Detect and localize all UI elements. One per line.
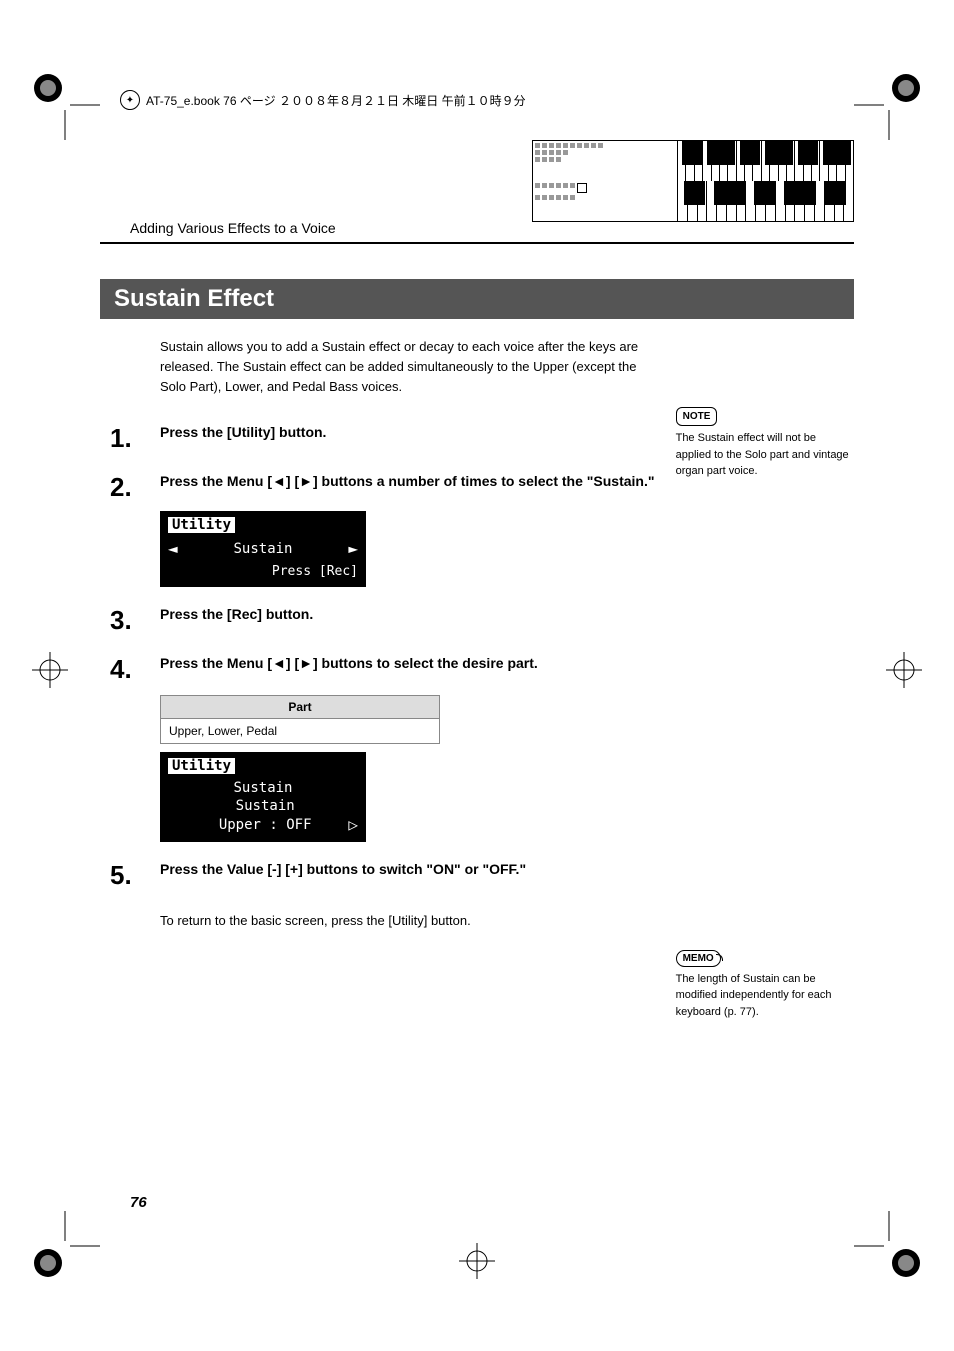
crop-mark-br	[854, 1211, 924, 1281]
right-arrow-icon	[299, 473, 313, 489]
main-column: Sustain allows you to add a Sustain effe…	[100, 337, 656, 1020]
step-1: 1. Press the [Utility] button.	[160, 423, 656, 454]
part-table: Part Upper, Lower, Pedal	[160, 695, 440, 744]
left-arrow-icon	[272, 473, 286, 489]
crop-mark-tl	[30, 70, 100, 140]
lcd2-line1: Sustain	[168, 780, 358, 796]
section-title: Sustain Effect	[100, 279, 854, 319]
step-4: 4. Press the Menu [] [] buttons to selec…	[160, 654, 656, 685]
memo-label: MEMO	[676, 950, 721, 967]
page-content: ✦ AT-75_e.book 76 ページ ２００８年８月２１日 木曜日 午前１…	[100, 90, 854, 1251]
return-text: To return to the basic screen, press the…	[160, 913, 656, 928]
note-text: The Sustain effect will not be applied t…	[676, 430, 854, 480]
step-4-number: 4.	[110, 654, 160, 685]
side-mark-left	[30, 650, 70, 690]
lcd1-center: Sustain	[233, 541, 292, 557]
right-arrow-icon	[299, 655, 313, 671]
memo-text: The length of Sustain can be modified in…	[676, 971, 854, 1021]
sidebar: NOTE The Sustain effect will not be appl…	[676, 337, 854, 1020]
step-3: 3. Press the [Rec] button.	[160, 605, 656, 636]
keyboard-illustration	[532, 140, 854, 222]
step-1-text: Press the [Utility] button.	[160, 423, 326, 454]
left-arrow-icon	[272, 655, 286, 671]
part-table-header: Part	[160, 695, 440, 719]
lcd1-right-arrow-icon: ►	[348, 539, 358, 558]
step-5: 5. Press the Value [-] [+] buttons to sw…	[160, 860, 656, 891]
step-3-number: 3.	[110, 605, 160, 636]
step-2-number: 2.	[110, 472, 160, 503]
part-table-row: Upper, Lower, Pedal	[160, 719, 440, 744]
intro-text: Sustain allows you to add a Sustain effe…	[160, 337, 656, 397]
file-header-text: AT-75_e.book 76 ページ ２００８年８月２１日 木曜日 午前１０時…	[146, 92, 526, 109]
lcd-screen-2: Utility Sustain Sustain ► Upper : OFF ▷	[160, 752, 366, 842]
lcd-screen-1: Utility ◄ Sustain ► Press [Rec]	[160, 511, 366, 587]
side-mark-right	[884, 650, 924, 690]
file-header-line: ✦ AT-75_e.book 76 ページ ２００８年８月２１日 木曜日 午前１…	[100, 90, 854, 110]
lcd1-left-arrow-icon: ◄	[168, 539, 178, 558]
step-3-text: Press the [Rec] button.	[160, 605, 313, 636]
page-number: 76	[130, 1194, 147, 1211]
lcd1-bottom: Press [Rec]	[168, 564, 358, 579]
lcd2-right-arrow-icon: ▷	[348, 815, 358, 834]
crop-mark-bl	[30, 1211, 100, 1281]
step-1-number: 1.	[110, 423, 160, 454]
note-label: NOTE	[676, 407, 718, 426]
step-4-text: Press the Menu [] [] buttons to select t…	[160, 654, 538, 685]
lcd2-line2: Sustain	[182, 798, 348, 814]
step-2-text: Press the Menu [] [] buttons a number of…	[160, 472, 655, 503]
register-icon: ✦	[120, 90, 140, 110]
lcd2-line3: Upper : OFF	[182, 817, 348, 833]
step-2: 2. Press the Menu [] [] buttons a number…	[160, 472, 656, 503]
chapter-label: Adding Various Effects to a Voice	[100, 220, 336, 242]
lcd1-title: Utility	[168, 517, 235, 533]
lcd2-title: Utility	[168, 758, 235, 774]
step-5-text26: Press the Value [-] [+] buttons to switc…	[160, 860, 526, 891]
crop-mark-tr	[854, 70, 924, 140]
step-5-number: 5.	[110, 860, 160, 891]
